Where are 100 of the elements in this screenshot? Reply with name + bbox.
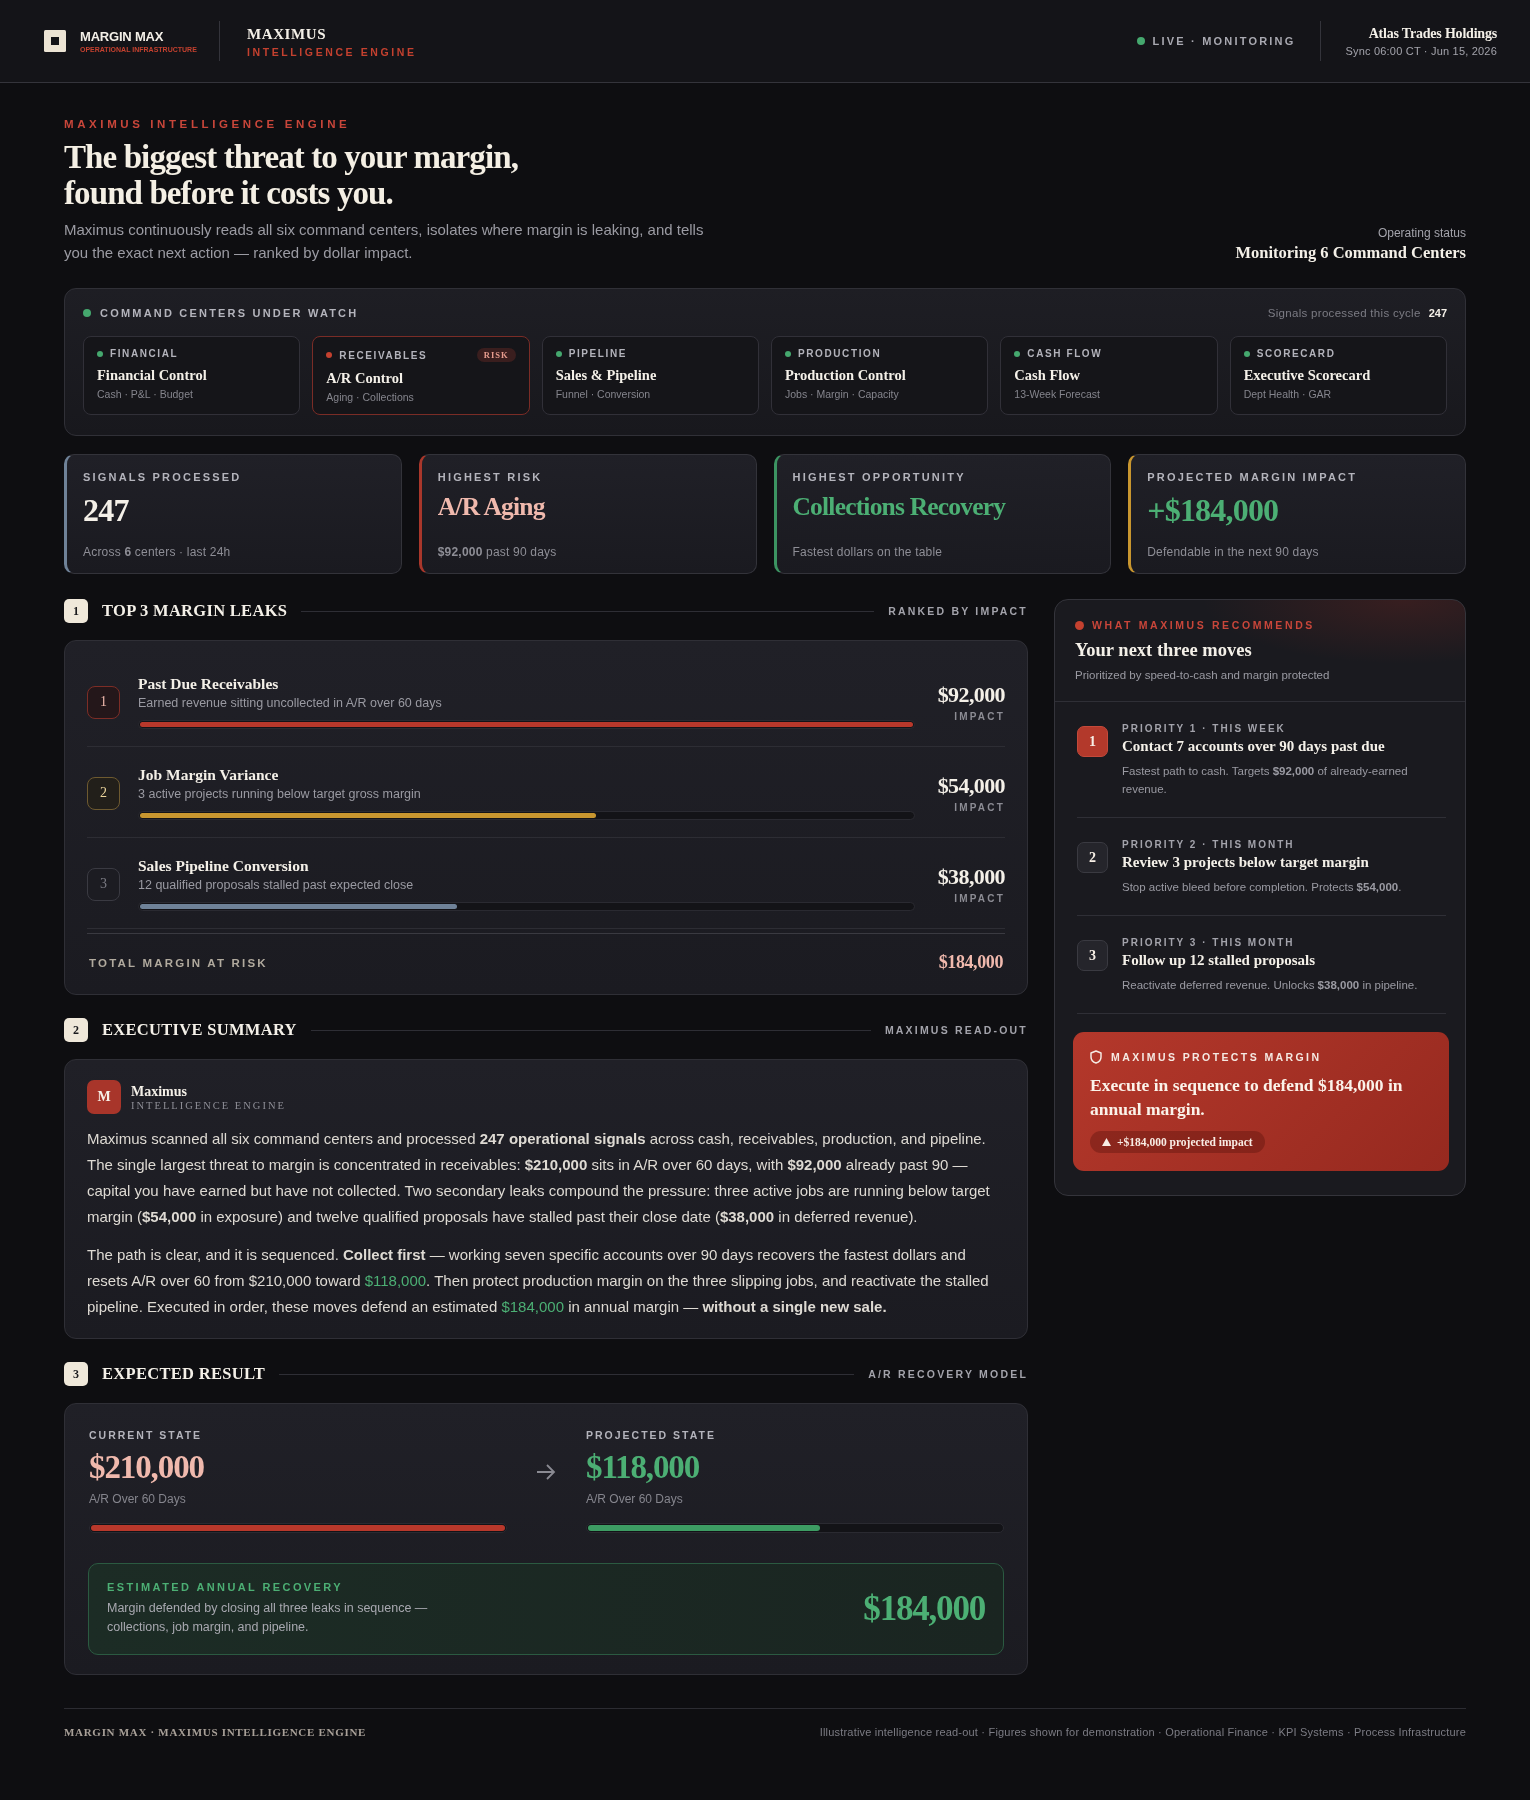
sync-time: Sync 06:00 CT · Jun 15, 2026 xyxy=(1345,44,1497,57)
section-tag: RANKED BY IMPACT xyxy=(888,605,1028,617)
recovery-label: ESTIMATED ANNUAL RECOVERY xyxy=(107,1580,343,1593)
leak-description: Earned revenue sitting uncollected in A/R over 60 days xyxy=(138,696,443,710)
kpi-label: HIGHEST RISK xyxy=(437,471,544,483)
leak-title: Past Due Receivables xyxy=(138,675,280,693)
status-label: Operating status xyxy=(1377,226,1466,240)
impact-amount: $92,000 xyxy=(937,682,1005,708)
kpi-value: A/R Aging xyxy=(437,492,547,522)
state-caption: A/R Over 60 Days xyxy=(89,1491,187,1506)
center-category: CASH FLOW xyxy=(1027,348,1103,359)
center-name: Production Control xyxy=(785,367,907,384)
kpi-note: $92,000 past 90 days xyxy=(437,545,558,559)
logo-icon xyxy=(44,30,66,52)
leak-description: 12 qualified proposals stalled past expected close xyxy=(138,878,415,892)
hero-description: Maximus continuously reads all six command centers, isolates where margin is leaking, and tells you the exact next action — ranked by dollar impact. xyxy=(64,220,705,263)
section-title: EXPECTED RESULT xyxy=(102,1364,265,1384)
center-category: PRODUCTION xyxy=(798,348,882,359)
center-name: A/R Control xyxy=(326,370,404,387)
leak-title: Sales Pipeline Conversion xyxy=(138,857,310,875)
signals-label: Signals processed this cycle xyxy=(1267,307,1421,319)
live-status: LIVE · MONITORING xyxy=(1152,35,1296,47)
hero-eyebrow: MAXIMUS INTELLIGENCE ENGINE xyxy=(64,118,352,130)
section-number-badge: 3 xyxy=(64,1362,88,1386)
center-detail: Dept Health · GAR xyxy=(1243,388,1333,400)
state-caption: A/R Over 60 Days xyxy=(586,1491,684,1506)
summary-paragraph: The path is clear, and it is sequenced. Collect first — working seven specific accounts over 90 days recovers the fastest dollars and resets A/R over 60 from $210,000 toward $118,000. Then protect production margin on the three slipping jobs, and reactivate the stalled pipeline. Executed in order, these moves defend an estimated $184,000 in annual margin — without a single new sale. xyxy=(87,1245,990,1317)
leak-title: Job Margin Variance xyxy=(138,766,280,784)
section-title: TOP 3 MARGIN LEAKS xyxy=(102,601,288,621)
center-category: RECEIVABLES xyxy=(339,349,428,361)
status-value: Monitoring 6 Command Centers xyxy=(1235,243,1466,263)
impact-label: IMPACT xyxy=(954,711,1005,722)
status-dot-icon xyxy=(1075,620,1084,630)
product-name: MAXIMUS xyxy=(247,24,327,43)
leak-description: 3 active projects running below target gross margin xyxy=(138,787,422,801)
panel-title: COMMAND CENTERS UNDER WATCH xyxy=(100,307,359,319)
author-role: INTELLIGENCE ENGINE xyxy=(131,1099,286,1111)
center-name: Financial Control xyxy=(97,367,208,384)
state-value: $210,000 xyxy=(89,1449,205,1487)
signals-count: 247 xyxy=(1428,307,1447,319)
move-description: Reactivate deferred revenue. Unlocks $38,000 in pipeline. xyxy=(1122,978,1419,993)
move-description: Fastest path to cash. Targets $92,000 of already-earned revenue. xyxy=(1122,764,1409,797)
recovery-description: Margin defended by closing all three leaks in sequence — collections, job margin, and pipeline. xyxy=(107,1599,429,1636)
rank-badge: 3 xyxy=(87,867,120,901)
kpi-label: SIGNALS PROCESSED xyxy=(83,471,243,483)
triangle-up-icon xyxy=(1102,1138,1111,1146)
panel-title: Your next three moves xyxy=(1075,640,1253,661)
move-title: Follow up 12 stalled proposals xyxy=(1122,952,1317,969)
footer-brand: MARGIN MAX · MAXIMUS INTELLIGENCE ENGINE xyxy=(64,1725,367,1738)
section-tag: MAXIMUS READ-OUT xyxy=(884,1024,1028,1036)
account-name: Atlas Trades Holdings xyxy=(1368,25,1497,42)
avatar-tile: M xyxy=(87,1080,121,1114)
panel-subtitle: Prioritized by speed-to-cash and margin protected xyxy=(1075,669,1331,681)
move-description: Stop active bleed before completion. Protects $54,000. xyxy=(1122,880,1403,895)
arrow-right-icon xyxy=(536,1463,556,1480)
risk-badge: RISK xyxy=(476,348,516,362)
priority-label: PRIORITY 1 · THIS WEEK xyxy=(1122,723,1287,734)
impact-pill-text: +$184,000 projected impact xyxy=(1117,1136,1253,1148)
priority-label: PRIORITY 2 · THIS MONTH xyxy=(1122,839,1296,850)
footer-note: Illustrative intelligence read-out · Figures shown for demonstration · Operational Finance · KPI Systems · Process Infrastructure xyxy=(819,1725,1466,1738)
center-detail: Aging · Collections xyxy=(326,391,415,403)
kpi-value: +$184,000 xyxy=(1147,492,1280,529)
shield-icon xyxy=(1090,1050,1102,1064)
rank-badge: 3 xyxy=(1077,940,1108,971)
state-label: PROJECTED STATE xyxy=(586,1429,717,1441)
section-title: EXECUTIVE SUMMARY xyxy=(102,1020,297,1040)
kpi-label: PROJECTED MARGIN IMPACT xyxy=(1147,471,1359,483)
kpi-note: Fastest dollars on the table xyxy=(792,545,944,559)
kpi-label: HIGHEST OPPORTUNITY xyxy=(792,471,967,483)
total-label: TOTAL MARGIN AT RISK xyxy=(89,956,268,969)
kpi-note: Defendable in the next 90 days xyxy=(1147,545,1320,559)
center-detail: Funnel · Conversion xyxy=(555,388,652,400)
center-category: SCORECARD xyxy=(1256,348,1336,359)
center-category: PIPELINE xyxy=(568,348,628,359)
section-number-badge: 2 xyxy=(64,1018,88,1042)
kpi-value: 247 xyxy=(83,492,130,529)
center-detail: 13-Week Forecast xyxy=(1014,388,1101,400)
center-detail: Cash · P&L · Budget xyxy=(97,388,194,400)
center-name: Cash Flow xyxy=(1014,367,1081,384)
rank-badge: 1 xyxy=(1077,726,1108,757)
impact-amount: $38,000 xyxy=(937,864,1005,890)
callout-message: Execute in sequence to defend $184,000 in annual margin. xyxy=(1090,1074,1404,1121)
impact-amount: $54,000 xyxy=(937,773,1005,799)
product-subtitle: INTELLIGENCE ENGINE xyxy=(247,45,417,58)
center-detail: Jobs · Margin · Capacity xyxy=(785,388,900,400)
center-name: Executive Scorecard xyxy=(1243,367,1372,384)
move-title: Contact 7 accounts over 90 days past due xyxy=(1122,738,1386,755)
panel-eyebrow: WHAT MAXIMUS RECOMMENDS xyxy=(1092,619,1315,631)
section-number-badge: 1 xyxy=(64,599,88,623)
rank-badge: 1 xyxy=(87,685,120,719)
rank-badge: 2 xyxy=(87,776,120,810)
move-title: Review 3 projects below target margin xyxy=(1122,854,1370,871)
state-value: $118,000 xyxy=(586,1449,701,1487)
section-tag: A/R RECOVERY MODEL xyxy=(868,1368,1028,1380)
brand-name: MARGIN MAX xyxy=(80,28,165,44)
recovery-value: $184,000 xyxy=(863,1588,985,1629)
kpi-value: Collections Recovery xyxy=(792,492,1007,522)
summary-paragraph: Maximus scanned all six command centers and processed 247 operational signals across cash, receivables, production, and pipeline. The single largest threat to margin is concentrated in receivables: $210,000 sits in A/R over 60 days, with $92,000 already past 90 — capital you have earned but have not collected. Two secondary leaks compound the pressure: three active jobs are running below target margin ($54,000 in exposure) and twelve qualified proposals have stalled past their close date ($38,000 in deferred revenue). xyxy=(87,1129,991,1227)
center-category: FINANCIAL xyxy=(110,348,179,359)
impact-label: IMPACT xyxy=(954,802,1005,813)
